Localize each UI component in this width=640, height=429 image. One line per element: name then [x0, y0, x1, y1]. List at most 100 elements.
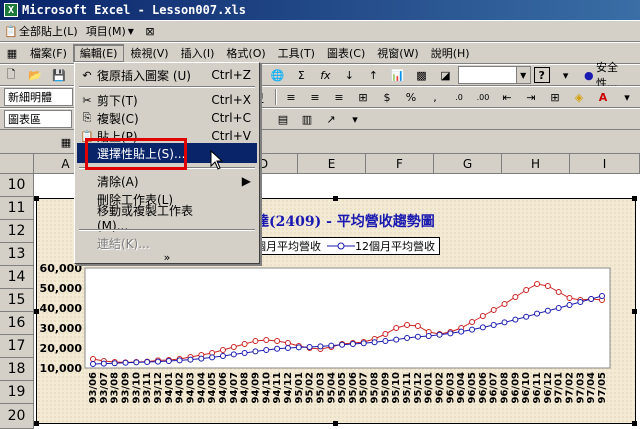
- row-header[interactable]: 11: [0, 197, 34, 220]
- resize-handle[interactable]: [333, 196, 338, 201]
- row-header[interactable]: 13: [0, 243, 34, 266]
- menu-insert[interactable]: 插入(I): [175, 44, 221, 62]
- data-point: [263, 347, 270, 353]
- x-tick-label: 95/07: [359, 372, 370, 404]
- sort-desc-button[interactable]: ↑: [362, 66, 384, 84]
- menu-item-clear[interactable]: 清除(A) ▶: [77, 171, 257, 191]
- clipboard-toolbar: 📋 全部貼上(L) 項目(M) ▼ ⊠: [0, 20, 640, 42]
- menu-format[interactable]: 格式(O): [220, 44, 271, 62]
- chart-legend[interactable]: 個月平均營收 12個月平均營收: [232, 237, 440, 255]
- row-header[interactable]: 19: [0, 381, 34, 404]
- row-header[interactable]: 20: [0, 404, 34, 429]
- line-chart[interactable]: 60,00050,00040,00030,00020,00010,00093/0…: [36, 255, 636, 423]
- open-button[interactable]: 📂: [24, 66, 46, 84]
- sort-asc-button[interactable]: ↓: [338, 66, 360, 84]
- data-point: [479, 313, 486, 319]
- new-button[interactable]: 🗋: [0, 66, 22, 84]
- comma-button[interactable]: ,: [424, 88, 446, 106]
- menu-item-links[interactable]: 連結(K)...: [77, 233, 257, 253]
- align-center-button[interactable]: ≡: [304, 88, 326, 106]
- data-table-button[interactable]: ▤: [272, 110, 294, 128]
- increase-decimal-button[interactable]: .0: [448, 88, 470, 106]
- font-combo[interactable]: 新細明體: [4, 88, 73, 106]
- data-point: [328, 342, 335, 349]
- fill-color-button[interactable]: ◈: [568, 88, 590, 106]
- align-left-button[interactable]: ≡: [280, 88, 302, 106]
- decrease-indent-button[interactable]: ⇤: [496, 88, 518, 106]
- sort-descending-icon: ↑: [368, 68, 378, 82]
- by-row-button[interactable]: ▥: [296, 110, 318, 128]
- row-header[interactable]: 14: [0, 266, 34, 289]
- column-header[interactable]: H: [502, 154, 570, 174]
- data-point: [566, 295, 573, 301]
- data-point: [209, 354, 216, 361]
- row-header[interactable]: 17: [0, 335, 34, 358]
- chart-wizard-button[interactable]: 📊: [386, 66, 408, 84]
- menu-file[interactable]: 檔案(F): [24, 44, 73, 62]
- row-header[interactable]: 12: [0, 220, 34, 243]
- select-all-corner[interactable]: [0, 154, 34, 174]
- row-header[interactable]: 10: [0, 174, 34, 197]
- data-point: [566, 302, 573, 308]
- align-left-icon: ≡: [286, 90, 296, 104]
- currency-button[interactable]: $: [376, 88, 398, 106]
- new-file-icon: 🗋: [6, 67, 16, 81]
- row-header[interactable]: 15: [0, 289, 34, 312]
- map-button[interactable]: ▩: [410, 66, 432, 84]
- row-header[interactable]: 16: [0, 312, 34, 335]
- zoom-combo[interactable]: ▼: [458, 66, 531, 84]
- function-button[interactable]: fx: [314, 66, 336, 84]
- align-right-button[interactable]: ≡: [328, 88, 350, 106]
- row-header[interactable]: 18: [0, 358, 34, 381]
- menu-help[interactable]: 說明(H): [425, 44, 476, 62]
- paste-all-button[interactable]: 📋 全部貼上(L): [0, 22, 81, 40]
- chart-objects-combo[interactable]: 圖表區: [4, 110, 72, 128]
- decrease-decimal-button[interactable]: .00: [472, 88, 494, 106]
- hyperlink-button[interactable]: 🌐: [266, 66, 288, 84]
- resize-handle[interactable]: [34, 196, 39, 201]
- menu-view[interactable]: 檢視(V): [124, 44, 174, 62]
- font-color-button[interactable]: A: [592, 88, 614, 106]
- data-point: [219, 353, 226, 359]
- borders-button[interactable]: ⊞: [544, 88, 566, 106]
- menu-item-shortcut: Ctrl+X: [211, 93, 251, 107]
- x-tick-label: 94/09: [250, 372, 261, 404]
- window-title: Microsoft Excel - Lesson007.xls: [22, 3, 246, 17]
- column-header[interactable]: G: [434, 154, 502, 174]
- angle-text-button[interactable]: ↗: [320, 110, 342, 128]
- autosum-button[interactable]: Σ: [290, 66, 312, 84]
- percent-button[interactable]: %: [400, 88, 422, 106]
- format-options-button[interactable]: ▾: [616, 88, 638, 106]
- chart-options-button[interactable]: ▾: [344, 110, 366, 128]
- increase-indent-button[interactable]: ⇥: [520, 88, 542, 106]
- column-header[interactable]: F: [366, 154, 434, 174]
- data-point: [371, 339, 378, 346]
- chart-title[interactable]: 達(2409) - 平均營收趨勢圖: [255, 211, 435, 231]
- menu-window[interactable]: 視窗(W): [371, 44, 424, 62]
- column-header[interactable]: I: [570, 154, 640, 174]
- security-button[interactable]: ● 安全性...: [579, 61, 638, 90]
- resize-handle[interactable]: [632, 196, 637, 201]
- menu-chart[interactable]: 圖表(C): [321, 44, 371, 62]
- menu-item-copy[interactable]: ⎘ 複製(C) Ctrl+C: [77, 108, 257, 128]
- drawing-button[interactable]: ◪: [434, 66, 456, 84]
- column-header[interactable]: E: [298, 154, 366, 174]
- data-point: [512, 316, 519, 323]
- data-point: [588, 296, 595, 302]
- items-button[interactable]: 項目(M) ▼: [83, 22, 137, 40]
- menu-edit[interactable]: 編輯(E): [72, 44, 125, 62]
- clear-clipboard-button[interactable]: ⊠: [139, 22, 161, 40]
- currency-icon: $: [383, 90, 391, 104]
- help-button[interactable]: ?: [531, 66, 553, 84]
- menu-item-move-copy-sheet[interactable]: 移動或複製工作表(M)...: [77, 204, 257, 233]
- zoom-dropdown-arrow-icon: ▼: [515, 67, 530, 83]
- clipboard-icon: 📋: [4, 24, 18, 38]
- menu-expand-chevron-icon[interactable]: »: [75, 251, 259, 264]
- toolbar-options-button[interactable]: ▾: [555, 66, 577, 84]
- menu-tools[interactable]: 工具(T): [272, 44, 321, 62]
- merge-center-button[interactable]: ⊞: [352, 88, 374, 106]
- data-point: [90, 361, 96, 367]
- save-button[interactable]: 💾: [48, 66, 70, 84]
- menu-item-undo[interactable]: ↶ 復原插入圖案 (U) Ctrl+Z: [77, 65, 257, 85]
- menu-item-cut[interactable]: ✂ 剪下(T) Ctrl+X: [77, 90, 257, 110]
